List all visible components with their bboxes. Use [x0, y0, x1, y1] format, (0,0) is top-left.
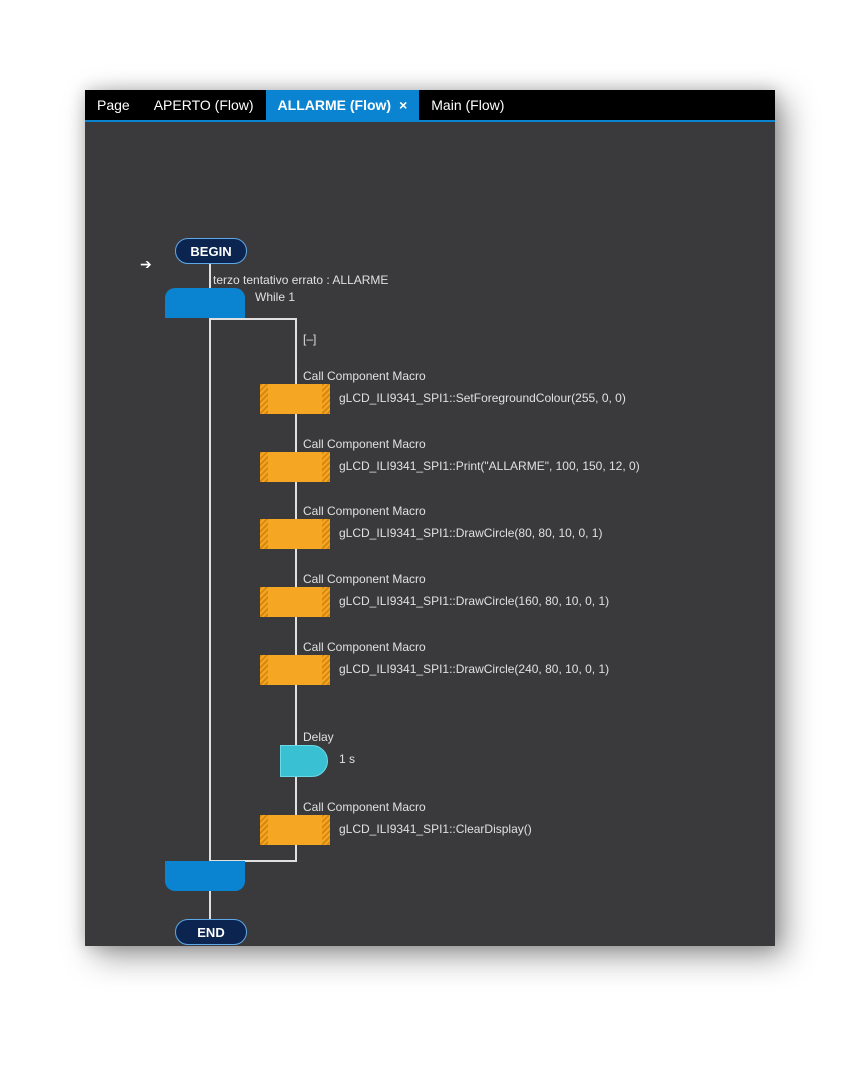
tab-page[interactable]: Page	[85, 90, 142, 120]
block-call: gLCD_ILI9341_SPI1::ClearDisplay()	[339, 822, 532, 836]
component-macro-block[interactable]	[260, 384, 330, 414]
connector	[209, 318, 295, 320]
collapse-toggle[interactable]: [–]	[303, 332, 316, 346]
block-title: Call Component Macro	[303, 800, 426, 814]
block-title: Call Component Macro	[303, 640, 426, 654]
component-macro-block[interactable]	[260, 655, 330, 685]
block-call: 1 s	[339, 752, 355, 766]
block-title: Call Component Macro	[303, 572, 426, 586]
loop-comment: terzo tentativo errato : ALLARME	[213, 273, 388, 287]
tab-label: ALLARME (Flow)	[278, 97, 392, 113]
flowchart-canvas[interactable]: ➔ BEGIN terzo tentativo errato : ALLARME…	[85, 122, 775, 946]
begin-terminal[interactable]: BEGIN	[175, 238, 247, 264]
loop-condition: While 1	[255, 290, 295, 304]
block-title: Call Component Macro	[303, 369, 426, 383]
component-macro-block[interactable]	[260, 452, 330, 482]
tab-label: Page	[97, 97, 130, 113]
component-macro-block[interactable]	[260, 587, 330, 617]
block-title: Delay	[303, 730, 334, 744]
end-terminal[interactable]: END	[175, 919, 247, 945]
component-macro-block[interactable]	[260, 519, 330, 549]
block-call: gLCD_ILI9341_SPI1::SetForegroundColour(2…	[339, 391, 626, 405]
connector	[209, 318, 211, 862]
block-call: gLCD_ILI9341_SPI1::DrawCircle(160, 80, 1…	[339, 594, 609, 608]
block-call: gLCD_ILI9341_SPI1::Print("ALLARME", 100,…	[339, 459, 640, 473]
block-call: gLCD_ILI9341_SPI1::DrawCircle(240, 80, 1…	[339, 662, 609, 676]
connector	[209, 891, 211, 919]
tab-allarme[interactable]: ALLARME (Flow) ×	[266, 90, 420, 120]
close-icon[interactable]: ×	[399, 97, 407, 113]
tab-main[interactable]: Main (Flow)	[419, 90, 516, 120]
app-window: Page APERTO (Flow) ALLARME (Flow) × Main…	[85, 90, 775, 946]
block-call: gLCD_ILI9341_SPI1::DrawCircle(80, 80, 10…	[339, 526, 602, 540]
begin-label: BEGIN	[190, 244, 231, 259]
connector	[209, 262, 211, 288]
component-macro-block[interactable]	[260, 815, 330, 845]
entry-arrow-icon: ➔	[140, 256, 152, 273]
end-label: END	[197, 925, 224, 940]
tab-bar: Page APERTO (Flow) ALLARME (Flow) × Main…	[85, 90, 775, 122]
loop-end[interactable]	[165, 861, 245, 891]
block-title: Call Component Macro	[303, 504, 426, 518]
loop-start[interactable]	[165, 288, 245, 318]
tab-label: Main (Flow)	[431, 97, 504, 113]
tab-label: APERTO (Flow)	[154, 97, 254, 113]
block-title: Call Component Macro	[303, 437, 426, 451]
delay-block[interactable]	[280, 745, 328, 777]
tab-aperto[interactable]: APERTO (Flow)	[142, 90, 266, 120]
